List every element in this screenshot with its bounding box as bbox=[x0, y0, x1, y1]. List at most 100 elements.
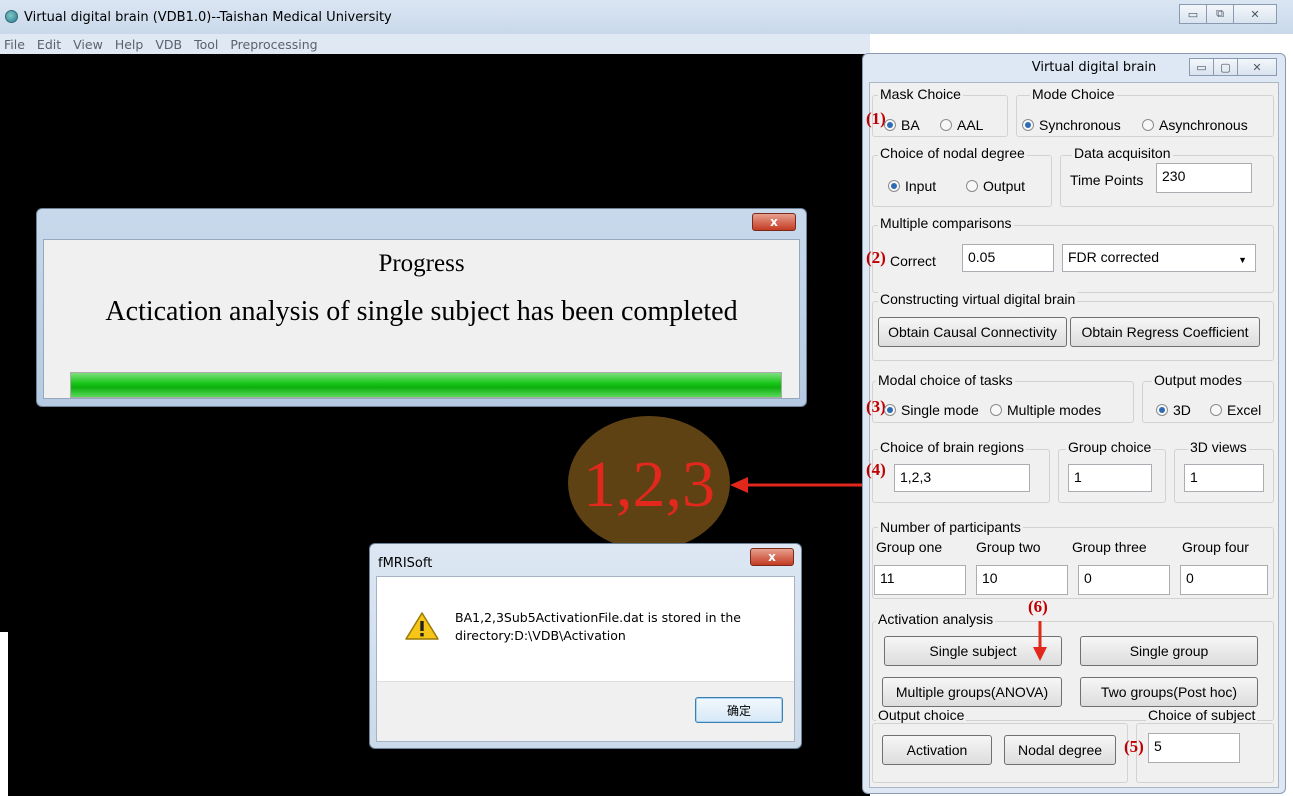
multiple-groups-anova-button[interactable]: Multiple groups(ANOVA) bbox=[882, 677, 1062, 707]
message-box-title: fMRISoft bbox=[378, 556, 433, 571]
warning-icon bbox=[405, 612, 439, 640]
brain-regions-label: Choice of brain regions bbox=[878, 439, 1026, 455]
radio-unselected-icon bbox=[990, 404, 1002, 416]
window-caption-buttons: ▭ ⧉ ✕ bbox=[1179, 4, 1277, 24]
close-icon[interactable]: ✕ bbox=[1237, 58, 1277, 76]
group-one-label: Group one bbox=[876, 539, 943, 555]
progress-title: Progress bbox=[378, 250, 465, 277]
menu-file[interactable]: File bbox=[4, 37, 25, 52]
mode-synchronous-radio[interactable]: Synchronous bbox=[1022, 117, 1121, 133]
message-box-body: BA1,2,3Sub5ActivationFile.dat is stored … bbox=[376, 576, 795, 742]
multiple-modes-radio[interactable]: Multiple modes bbox=[990, 402, 1101, 418]
output-modes-label: Output modes bbox=[1152, 372, 1244, 388]
correct-label: Correct bbox=[890, 253, 936, 269]
correct-threshold-input[interactable]: 0.05 bbox=[962, 244, 1054, 272]
menu-view[interactable]: View bbox=[73, 37, 103, 52]
marker-3: (3) bbox=[866, 397, 886, 416]
marker-6: (6) bbox=[1028, 597, 1048, 616]
mask-ba-radio[interactable]: BA bbox=[884, 117, 920, 133]
window-titlebar: Virtual digital brain (VDB1.0)--Taishan … bbox=[0, 0, 1293, 34]
single-mode-label: Single mode bbox=[901, 402, 979, 418]
close-icon[interactable]: ✕ bbox=[1233, 4, 1277, 24]
data-acquisition-label: Data acquisiton bbox=[1072, 145, 1173, 161]
vdb-caption-buttons: ▭ ▢ ✕ bbox=[1189, 58, 1277, 76]
progress-close-button[interactable]: x bbox=[752, 213, 796, 231]
vdb-panel-content: Mask Choice (1) BA AAL Mode Choice Synch… bbox=[866, 82, 1279, 788]
multiple-comparisons-label: Multiple comparisons bbox=[878, 215, 1014, 231]
mask-aal-radio[interactable]: AAL bbox=[940, 117, 983, 133]
radio-selected-icon bbox=[884, 404, 896, 416]
group-choice-input[interactable]: 1 bbox=[1068, 464, 1152, 492]
group-two-label: Group two bbox=[976, 539, 1041, 555]
group-one-input[interactable]: 11 bbox=[874, 565, 966, 595]
group-four-label: Group four bbox=[1182, 539, 1249, 555]
time-points-input[interactable]: 230 bbox=[1156, 163, 1252, 193]
3d-views-label: 3D views bbox=[1188, 439, 1249, 455]
mode-asynchronous-label: Asynchronous bbox=[1159, 117, 1248, 133]
nodal-degree-button[interactable]: Nodal degree bbox=[1004, 735, 1116, 765]
progress-dialog: x Progress Actication analysis of single… bbox=[36, 208, 807, 407]
progress-content: Progress Actication analysis of single s… bbox=[43, 239, 800, 399]
mask-choice-label: Mask Choice bbox=[878, 86, 963, 102]
menu-vdb[interactable]: VDB bbox=[155, 37, 182, 52]
correction-method-value: FDR corrected bbox=[1068, 249, 1160, 265]
nodal-output-radio[interactable]: Output bbox=[966, 178, 1025, 194]
mode-choice-label: Mode Choice bbox=[1030, 86, 1117, 102]
message-box: fMRISoft x BA1,2,3Sub5ActivationFile.dat… bbox=[369, 543, 802, 749]
group-two-input[interactable]: 10 bbox=[976, 565, 1068, 595]
obtain-regress-coefficient-button[interactable]: Obtain Regress Coefficient bbox=[1070, 317, 1260, 347]
progress-bar-fill bbox=[71, 373, 781, 397]
output-excel-radio[interactable]: Excel bbox=[1210, 402, 1261, 418]
menu-edit[interactable]: Edit bbox=[37, 37, 61, 52]
subject-choice-label: Choice of subject bbox=[1146, 707, 1258, 723]
output-3d-radio[interactable]: 3D bbox=[1156, 402, 1191, 418]
group-three-label: Group three bbox=[1072, 539, 1147, 555]
marker-2: (2) bbox=[866, 248, 886, 267]
radio-unselected-icon bbox=[1142, 119, 1154, 131]
canvas-edge bbox=[0, 632, 8, 796]
group-four-input[interactable]: 0 bbox=[1180, 565, 1268, 595]
two-groups-post-hoc-button[interactable]: Two groups(Post hoc) bbox=[1080, 677, 1258, 707]
radio-unselected-icon bbox=[1210, 404, 1222, 416]
message-close-button[interactable]: x bbox=[750, 548, 794, 566]
output-excel-label: Excel bbox=[1227, 402, 1262, 418]
progress-bar bbox=[70, 372, 782, 398]
mask-ba-label: BA bbox=[901, 117, 920, 133]
restore-icon[interactable]: ▢ bbox=[1213, 58, 1238, 76]
app-icon bbox=[5, 10, 18, 23]
brain-regions-input[interactable]: 1,2,3 bbox=[894, 464, 1030, 492]
mode-synchronous-label: Synchronous bbox=[1039, 117, 1121, 133]
marker-1: (1) bbox=[866, 109, 886, 128]
output-choice-label: Output choice bbox=[876, 707, 967, 723]
ok-button[interactable]: 确定 bbox=[695, 697, 783, 723]
group-choice-label: Group choice bbox=[1066, 439, 1154, 455]
marker-4: (4) bbox=[866, 460, 886, 479]
radio-selected-icon bbox=[888, 180, 900, 192]
obtain-causal-connectivity-button[interactable]: Obtain Causal Connectivity bbox=[878, 317, 1067, 347]
minimize-icon[interactable]: ▭ bbox=[1189, 58, 1214, 76]
radio-unselected-icon bbox=[966, 180, 978, 192]
nodal-degree-label: Choice of nodal degree bbox=[878, 145, 1027, 161]
single-mode-radio[interactable]: Single mode bbox=[884, 402, 979, 418]
minimize-icon[interactable]: ▭ bbox=[1179, 4, 1207, 24]
modal-choice-label: Modal choice of tasks bbox=[876, 372, 1015, 388]
correction-method-select[interactable]: FDR corrected ▼ bbox=[1062, 244, 1256, 272]
nodal-input-radio[interactable]: Input bbox=[888, 178, 936, 194]
activation-button[interactable]: Activation bbox=[882, 735, 992, 765]
3d-views-input[interactable]: 1 bbox=[1184, 464, 1264, 492]
mode-asynchronous-radio[interactable]: Asynchronous bbox=[1142, 117, 1248, 133]
menu-help[interactable]: Help bbox=[115, 37, 144, 52]
message-text: BA1,2,3Sub5ActivationFile.dat is stored … bbox=[455, 610, 741, 643]
group-three-input[interactable]: 0 bbox=[1078, 565, 1170, 595]
time-points-label: Time Points bbox=[1070, 172, 1144, 188]
radio-unselected-icon bbox=[940, 119, 952, 131]
single-group-button[interactable]: Single group bbox=[1080, 636, 1258, 666]
menu-tool[interactable]: Tool bbox=[194, 37, 218, 52]
menu-preprocessing[interactable]: Preprocessing bbox=[230, 37, 317, 52]
multiple-modes-label: Multiple modes bbox=[1007, 402, 1102, 418]
restore-icon[interactable]: ⧉ bbox=[1206, 4, 1234, 24]
window-title: Virtual digital brain (VDB1.0)--Taishan … bbox=[24, 10, 392, 25]
menu-bar: File Edit View Help VDB Tool Preprocessi… bbox=[0, 34, 870, 54]
constructing-label: Constructing virtual digital brain bbox=[878, 291, 1078, 307]
subject-choice-input[interactable]: 5 bbox=[1148, 733, 1240, 763]
